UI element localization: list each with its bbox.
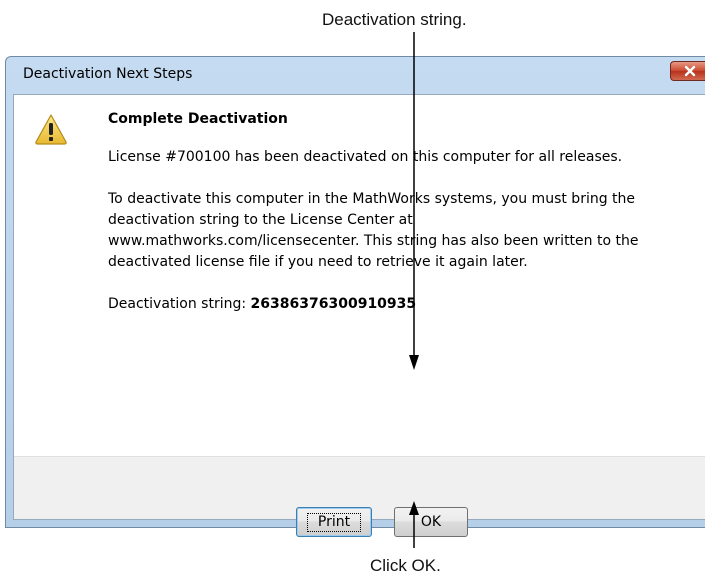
- callout-click-ok: Click OK.: [370, 556, 441, 575]
- arrow-to-ok-button: [409, 501, 419, 548]
- arrow-to-deactivation-string: [409, 32, 419, 370]
- annotation-arrows: [409, 32, 419, 548]
